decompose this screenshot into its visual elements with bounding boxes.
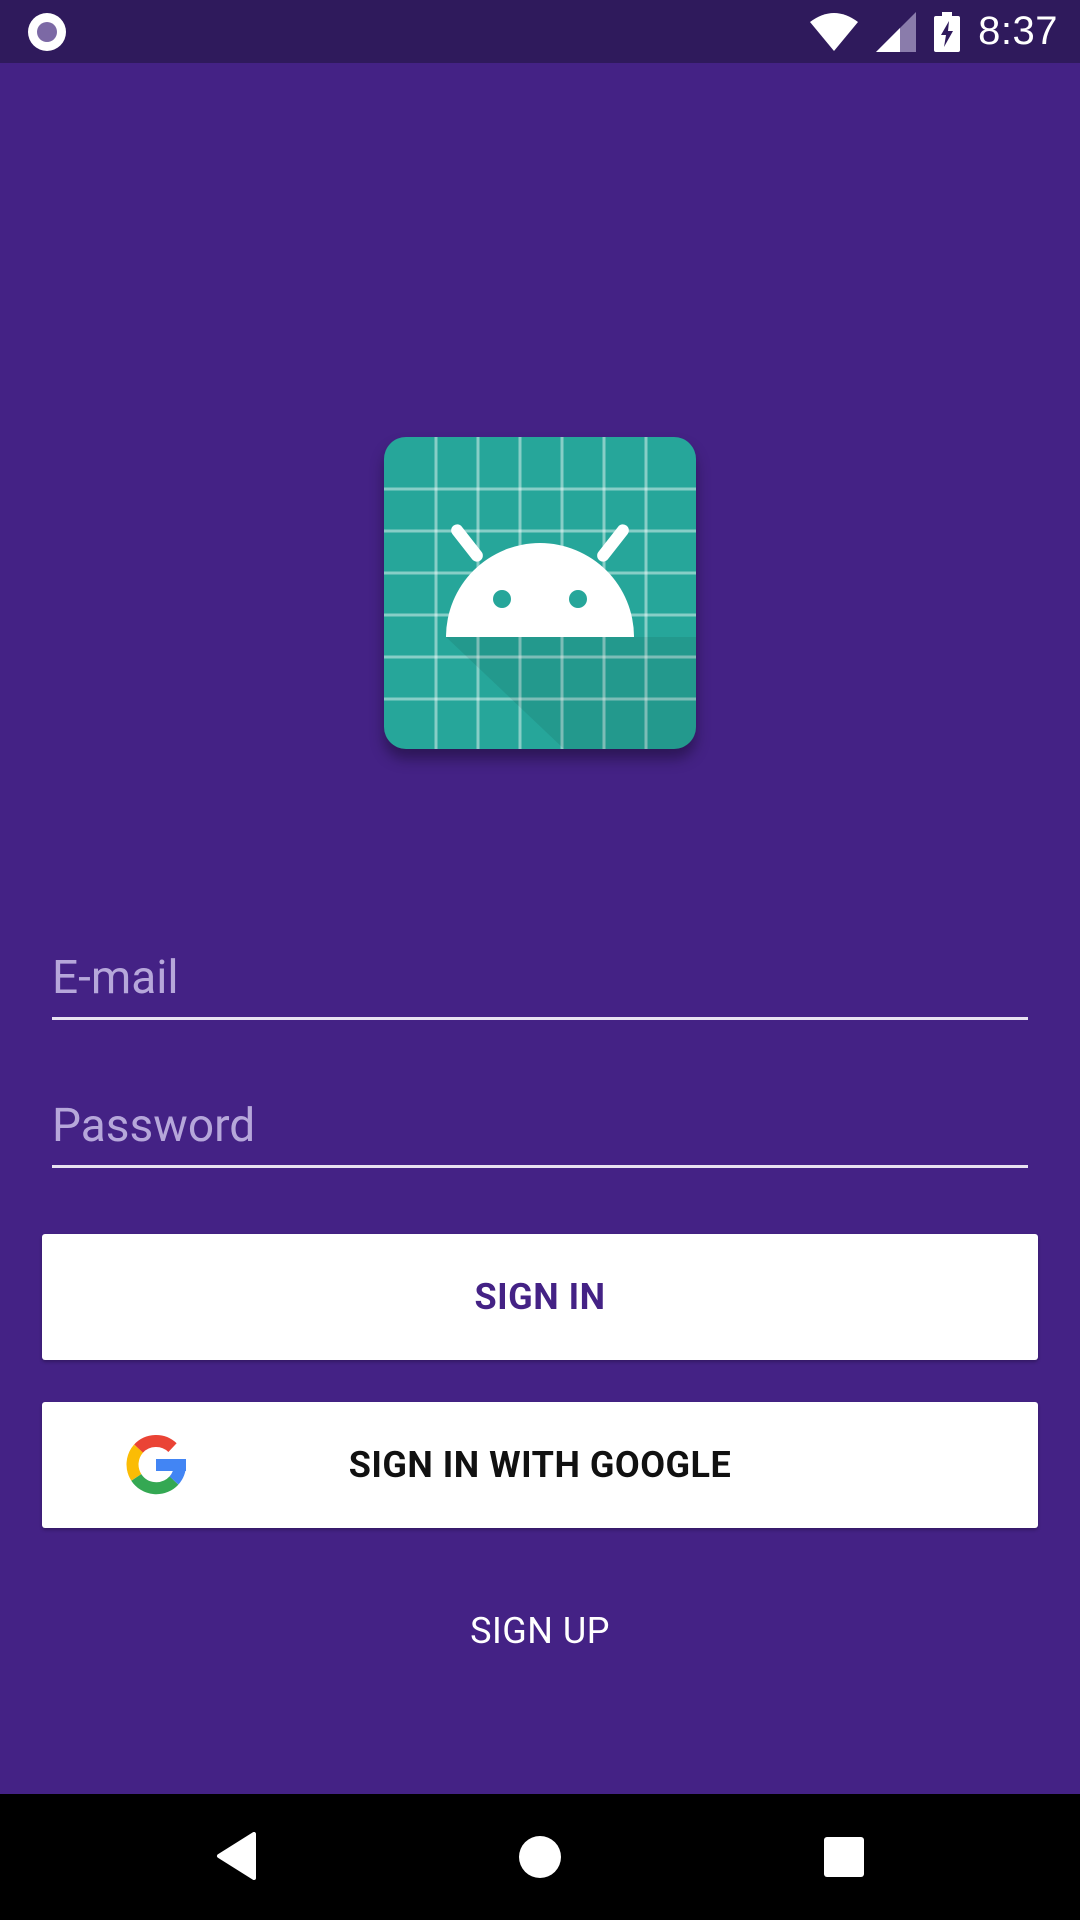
password-placeholder: Password — [52, 1099, 256, 1153]
recents-icon[interactable] — [824, 1837, 864, 1877]
wifi-icon — [810, 12, 859, 51]
cell-signal-icon — [876, 11, 917, 52]
sign-up-button[interactable]: SIGN UP — [0, 1610, 1080, 1652]
status-bar: 8:37 — [0, 0, 1080, 63]
email-placeholder: E-mail — [52, 951, 179, 1005]
status-time: 8:37 — [978, 9, 1058, 53]
notification-dot-icon — [28, 13, 66, 51]
sign-in-label: SIGN IN — [474, 1276, 606, 1318]
status-icons: 8:37 — [810, 0, 1058, 63]
sign-in-with-google-button[interactable]: SIGN IN WITH GOOGLE — [42, 1402, 1038, 1528]
sign-in-button[interactable]: SIGN IN — [42, 1234, 1038, 1360]
email-field[interactable]: E-mail — [52, 940, 1028, 1020]
home-icon[interactable] — [519, 1836, 561, 1878]
sign-in-with-google-label: SIGN IN WITH GOOGLE — [348, 1444, 732, 1486]
android-logo-icon — [384, 437, 696, 749]
app-logo-icon — [384, 437, 696, 749]
back-icon[interactable] — [216, 1832, 256, 1880]
google-logo-icon — [126, 1435, 186, 1495]
battery-charging-icon — [934, 11, 961, 52]
navigation-bar — [0, 1794, 1080, 1920]
password-field[interactable]: Password — [52, 1088, 1028, 1168]
